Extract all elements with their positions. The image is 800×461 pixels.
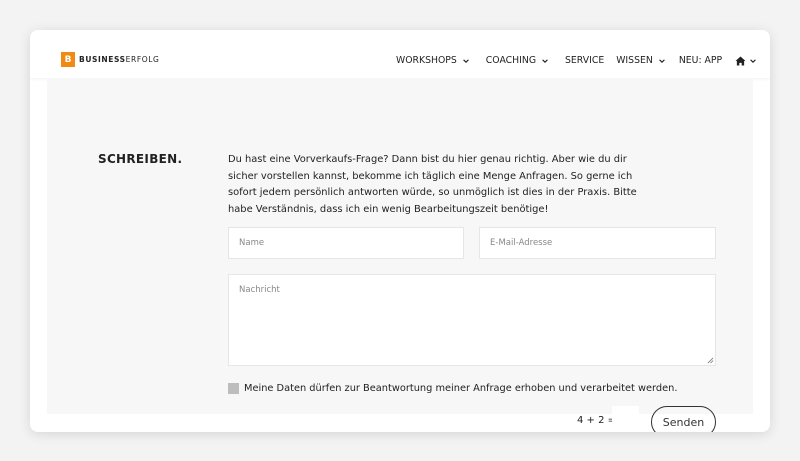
- home-icon: [735, 55, 746, 66]
- chevron-down-icon: [542, 58, 548, 63]
- nav-item-home[interactable]: [735, 55, 757, 66]
- nav-item-label: SERVICE: [565, 55, 605, 66]
- consent-label: Meine Daten dürfen zur Beantwortung mein…: [244, 383, 678, 394]
- nav-item-label: WISSEN: [616, 55, 653, 66]
- main-nav: WORKSHOPS COACHING SERVICE WISSEN NEU: A…: [396, 55, 757, 66]
- section-title: SCHREIBEN.: [98, 152, 183, 166]
- resize-handle-icon[interactable]: [707, 357, 714, 364]
- brand-logo[interactable]: B BUSINESSERFOLG: [61, 52, 159, 67]
- consent-row: Meine Daten dürfen zur Beantwortung mein…: [228, 383, 677, 394]
- nav-item-coaching[interactable]: COACHING: [486, 55, 549, 66]
- chevron-down-icon: [659, 58, 665, 63]
- intro-text: Du hast eine Vorverkaufs-Frage? Dann bis…: [228, 154, 637, 215]
- page-card: B BUSINESSERFOLG WORKSHOPS COACHING SERV…: [30, 30, 770, 432]
- message-textarea[interactable]: [228, 274, 716, 366]
- nav-item-label: WORKSHOPS: [396, 55, 457, 66]
- chevron-down-icon: [750, 58, 756, 63]
- logo-wordmark: BUSINESSERFOLG: [79, 55, 159, 64]
- send-button[interactable]: Senden: [651, 406, 716, 432]
- nav-item-app[interactable]: NEU: APP: [679, 55, 722, 66]
- logo-wordmark-bold: BUSINESS: [79, 55, 126, 64]
- top-navbar: B BUSINESSERFOLG WORKSHOPS COACHING SERV…: [30, 30, 770, 78]
- consent-checkbox[interactable]: [228, 383, 239, 394]
- captcha-input[interactable]: [612, 406, 639, 432]
- email-input[interactable]: [479, 227, 716, 259]
- logo-badge: B: [61, 52, 75, 67]
- nav-item-workshops[interactable]: WORKSHOPS: [396, 55, 470, 66]
- nav-item-label: COACHING: [485, 55, 537, 66]
- nav-item-service[interactable]: SERVICE: [565, 55, 604, 66]
- nav-item-label: NEU: APP: [678, 55, 723, 66]
- contact-section: SCHREIBEN. Du hast eine Vorverkaufs-Frag…: [47, 78, 753, 432]
- captcha-question: 4 + 2 =: [577, 415, 617, 426]
- logo-wordmark-light: ERFOLG: [125, 55, 160, 64]
- chevron-down-icon: [463, 58, 469, 63]
- name-input[interactable]: [228, 227, 464, 259]
- nav-item-wissen[interactable]: WISSEN: [616, 55, 666, 66]
